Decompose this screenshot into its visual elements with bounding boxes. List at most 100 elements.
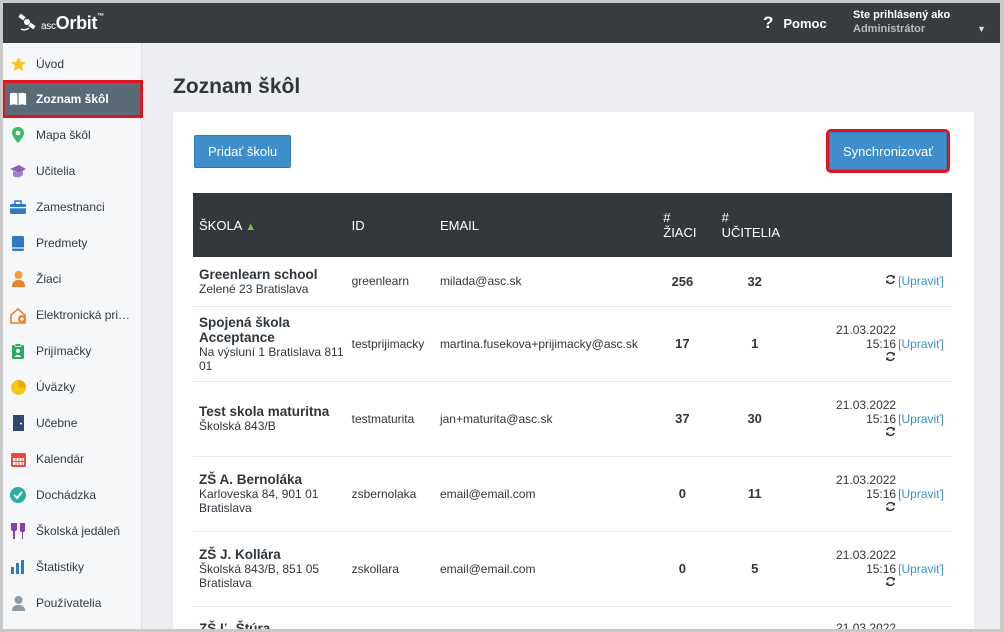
calendar-icon bbox=[9, 450, 27, 468]
app-window: ascOrbit™ ? Pomoc Ste prihlásený ako Adm… bbox=[3, 3, 1000, 629]
sync-date: 21.03.2022 bbox=[836, 620, 897, 630]
refresh-icon[interactable] bbox=[885, 576, 896, 587]
edit-link[interactable]: [Upraviť] bbox=[898, 531, 952, 606]
graduation-cap-icon bbox=[9, 162, 27, 180]
column-header-edit bbox=[898, 193, 952, 257]
sidebar-item-ucebne[interactable]: Učebne bbox=[3, 405, 142, 441]
logo-text: ascOrbit™ bbox=[41, 12, 104, 33]
canteen-icon bbox=[9, 522, 27, 540]
student-count: 37 bbox=[675, 411, 690, 426]
refresh-icon[interactable] bbox=[885, 426, 896, 437]
school-name: Spojená škola Acceptance bbox=[199, 314, 290, 345]
help-link[interactable]: ? Pomoc bbox=[763, 13, 827, 33]
sidebar-item-zamestnanci[interactable]: Zamestnanci bbox=[3, 189, 142, 225]
sort-ascending-icon: ▲ bbox=[245, 220, 257, 233]
caret-down-icon[interactable]: ▼ bbox=[977, 24, 986, 34]
user-menu[interactable]: Ste prihlásený ako Administrátor bbox=[853, 8, 950, 36]
bar-chart-icon bbox=[9, 558, 27, 576]
sync-date: 21.03.2022 bbox=[836, 397, 897, 412]
school-id: zskollara bbox=[351, 561, 399, 576]
teacher-count: 5 bbox=[751, 561, 759, 576]
column-header-id[interactable]: ID bbox=[352, 193, 440, 257]
schools-card: Pridať školu Synchronizovať ŠKOLA ▲ ID E… bbox=[173, 112, 974, 629]
user-role: Administrátor bbox=[853, 23, 926, 35]
teacher-count: 32 bbox=[747, 273, 762, 289]
school-email: martina.fusekova+prijimacky@asc.sk bbox=[439, 336, 638, 351]
refresh-icon[interactable] bbox=[885, 274, 896, 285]
briefcase-icon bbox=[9, 198, 27, 216]
sync-date: 21.03.2022 bbox=[836, 322, 897, 337]
sync-time: 15:16 bbox=[866, 336, 897, 351]
student-icon bbox=[9, 270, 27, 288]
check-circle-icon bbox=[9, 486, 27, 504]
book-icon bbox=[9, 234, 27, 252]
table-row: ZŠ J. Kollára Školská 843/B, 851 05 Brati… bbox=[193, 531, 952, 606]
sidebar-item-dochadzka[interactable]: Dochádzka bbox=[3, 477, 142, 513]
school-id: testmaturita bbox=[351, 411, 415, 426]
add-school-button[interactable]: Pridať školu bbox=[194, 135, 292, 168]
school-id: zsbernolaka bbox=[351, 486, 417, 501]
star-icon bbox=[9, 55, 27, 73]
sidebar-item-elektronicka-prihlaska[interactable]: Elektronická prihláška bbox=[3, 297, 142, 333]
column-header-teachers[interactable]: # UČITELIA bbox=[712, 193, 798, 257]
column-header-school[interactable]: ŠKOLA ▲ bbox=[193, 193, 352, 257]
user-caption: Ste prihlásený ako bbox=[853, 9, 951, 21]
table-row: Greenlearn school Zelené 23 Bratislava gr… bbox=[193, 257, 952, 306]
synchronize-button[interactable]: Synchronizovať bbox=[825, 129, 951, 173]
column-header-email[interactable]: EMAIL bbox=[440, 193, 653, 257]
sidebar-item-pouzivatelia[interactable]: Používatelia bbox=[3, 585, 142, 621]
sidebar-item-ziaci[interactable]: Žiaci bbox=[3, 261, 142, 297]
column-header-students[interactable]: # ŽIACI bbox=[653, 193, 711, 257]
teacher-count: 11 bbox=[747, 486, 762, 501]
sidebar-item-uvod[interactable]: Úvod bbox=[3, 46, 142, 82]
map-pin-icon bbox=[9, 126, 27, 144]
sidebar-item-mapa-skol[interactable]: Mapa škôl bbox=[3, 117, 142, 153]
sidebar-item-skolska-jedalen[interactable]: Školská jedáleň bbox=[3, 513, 142, 549]
sidebar-item-predmety[interactable]: Predmety bbox=[3, 225, 142, 261]
edit-link[interactable]: [Upraviť] bbox=[898, 381, 952, 456]
refresh-icon[interactable] bbox=[885, 351, 896, 362]
school-name: ZŠ J. Kollára bbox=[199, 547, 281, 562]
table-row: Spojená škola Acceptance Na výsluní 1 Bra… bbox=[193, 306, 952, 381]
school-address: Na výsluní 1 Bratislava 811 01 bbox=[199, 344, 344, 373]
school-id: greenlearn bbox=[351, 274, 409, 289]
table-row: ZŠ A. Bernoláka Karloveska 84, 901 01 Bra… bbox=[193, 456, 952, 531]
sidebar: Úvod Zoznam škôl Mapa škôl Učitelia Zame… bbox=[3, 43, 143, 629]
sync-date: 21.03.2022 bbox=[836, 547, 897, 562]
school-name: Test skola maturitna bbox=[199, 404, 330, 419]
school-email: milada@asc.sk bbox=[439, 274, 522, 289]
sync-time: 15:16 bbox=[866, 561, 897, 576]
column-header-sync bbox=[798, 193, 898, 257]
edit-link[interactable]: [Upraviť] bbox=[898, 257, 952, 306]
school-name: ZŠ A. Bernoláka bbox=[199, 472, 303, 487]
door-icon bbox=[9, 414, 27, 432]
sidebar-item-statistiky[interactable]: Štatistiky bbox=[3, 549, 142, 585]
sidebar-item-prijimacky[interactable]: Prijímačky bbox=[3, 333, 142, 369]
top-bar: ascOrbit™ ? Pomoc Ste prihlásený ako Adm… bbox=[3, 3, 1000, 43]
student-count: 256 bbox=[671, 273, 694, 289]
school-address: Školská 843/B bbox=[199, 419, 276, 433]
school-book-icon bbox=[9, 90, 27, 108]
edit-link[interactable]: [Upraviť] bbox=[898, 456, 952, 531]
student-count: 0 bbox=[678, 561, 687, 576]
help-label: Pomoc bbox=[783, 15, 827, 31]
table-row: ZŠ Ľ. Štúra 21.03.2022 bbox=[193, 606, 952, 630]
student-count: 17 bbox=[675, 336, 690, 351]
school-email: email@email.com bbox=[439, 561, 536, 576]
question-icon: ? bbox=[763, 13, 774, 32]
satellite-icon bbox=[18, 13, 36, 31]
sidebar-item-ucitelia[interactable]: Učitelia bbox=[3, 153, 142, 189]
school-email: jan+maturita@asc.sk bbox=[439, 411, 553, 426]
schools-table: ŠKOLA ▲ ID EMAIL # ŽIACI # UČITELIA Gree… bbox=[193, 193, 952, 629]
sidebar-item-uvazky[interactable]: Úväzky bbox=[3, 369, 142, 405]
refresh-icon[interactable] bbox=[885, 501, 896, 512]
sync-time: 15:16 bbox=[866, 486, 897, 501]
page-title: Zoznam škôl bbox=[173, 75, 301, 98]
edit-link[interactable]: [Upraviť] bbox=[898, 306, 952, 381]
school-address: Karloveska 84, 901 01 Bratislava bbox=[199, 487, 319, 515]
app-logo[interactable]: ascOrbit™ bbox=[17, 11, 104, 35]
sidebar-item-kalendar[interactable]: Kalendár bbox=[3, 441, 142, 477]
sidebar-item-zoznam-skol[interactable]: Zoznam škôl bbox=[3, 80, 143, 118]
school-address: Zelené 23 Bratislava bbox=[199, 281, 309, 296]
user-icon bbox=[9, 594, 27, 612]
